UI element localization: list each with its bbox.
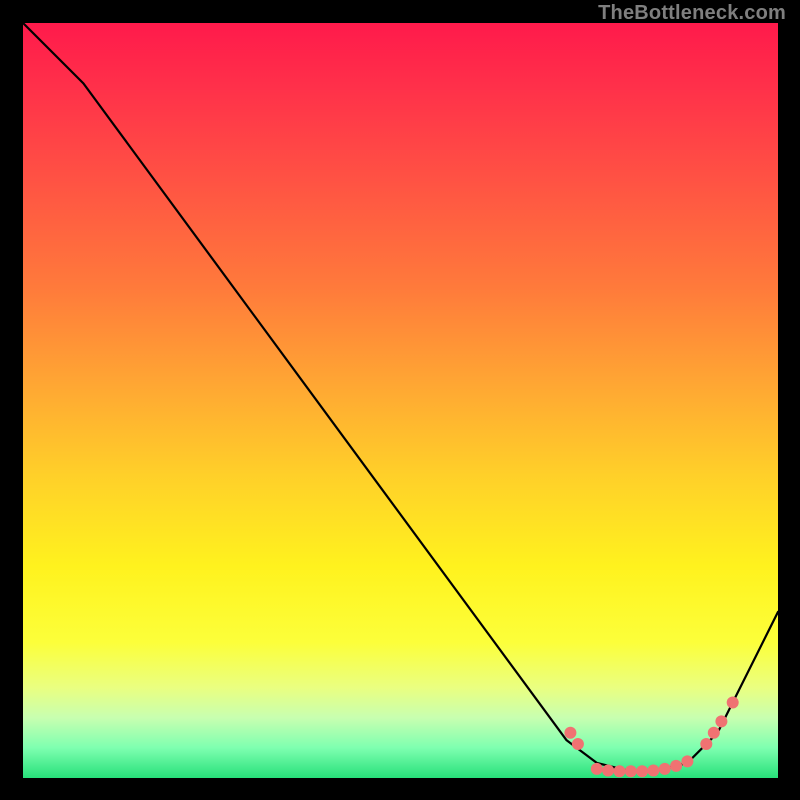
data-point xyxy=(602,765,614,777)
data-point xyxy=(659,763,671,775)
curve-layer xyxy=(23,23,778,771)
data-point xyxy=(708,727,720,739)
curve-path xyxy=(23,23,778,771)
data-point xyxy=(591,763,603,775)
data-point xyxy=(715,715,727,727)
plot-area xyxy=(23,23,778,778)
dots-layer xyxy=(564,697,738,778)
data-point xyxy=(647,765,659,777)
data-point xyxy=(614,765,626,777)
chart-frame: TheBottleneck.com xyxy=(0,0,800,800)
chart-svg xyxy=(23,23,778,778)
data-point xyxy=(636,765,648,777)
data-point xyxy=(572,738,584,750)
data-point xyxy=(727,697,739,709)
data-point xyxy=(681,755,693,767)
data-point xyxy=(625,765,637,777)
watermark-label: TheBottleneck.com xyxy=(598,2,786,25)
data-point xyxy=(564,727,576,739)
data-point xyxy=(670,760,682,772)
data-point xyxy=(700,738,712,750)
